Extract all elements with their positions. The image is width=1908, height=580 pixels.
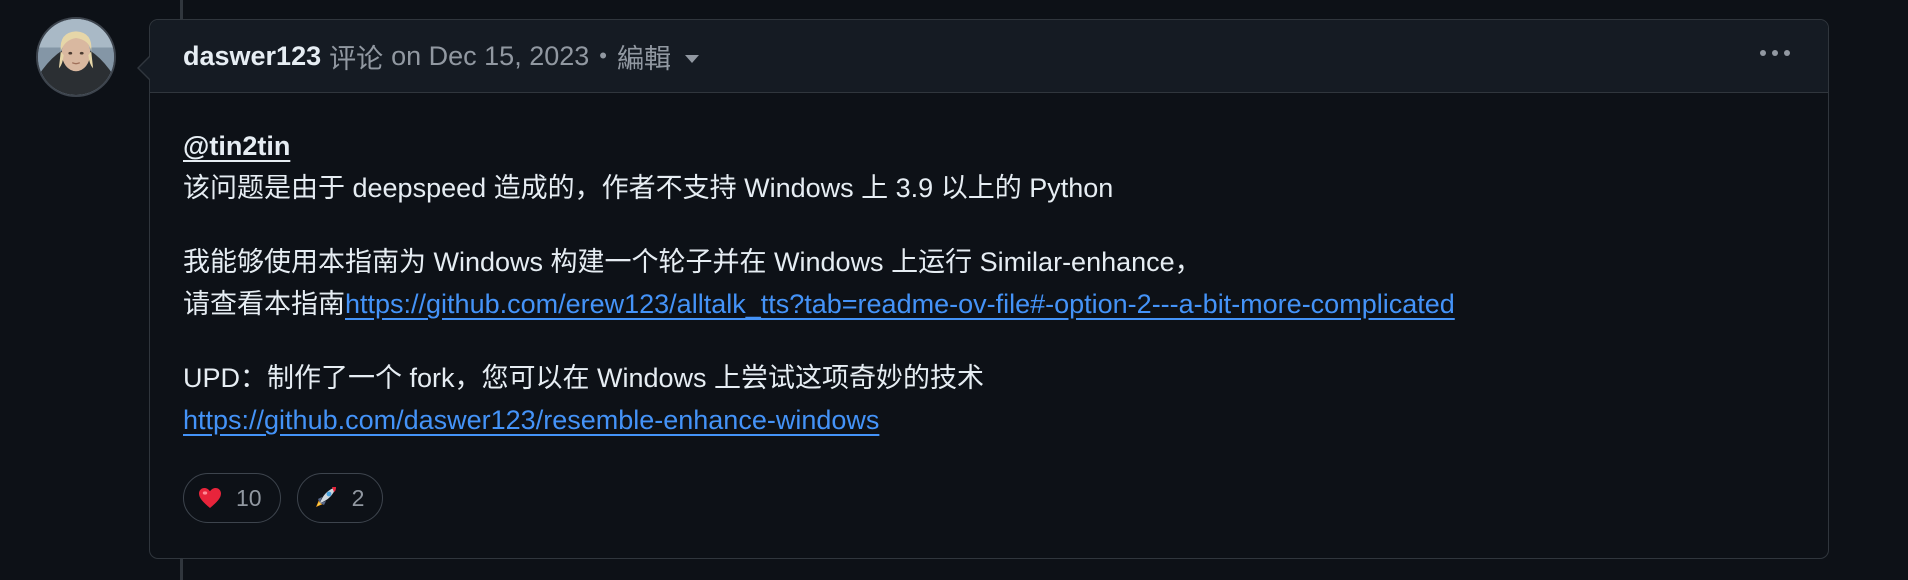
heart-icon: [198, 487, 222, 509]
reaction-heart-count: 10: [236, 484, 262, 511]
comment-card: daswer123 评论 on Dec 15, 2023 • 編輯 @tin2t…: [137, 19, 1829, 559]
paragraph-3: UPD：制作了一个 fork，您可以在 Windows 上尝试这项奇妙的技术 h…: [183, 357, 1795, 441]
comment-date[interactable]: on Dec 15, 2023: [391, 41, 589, 72]
more-options-button[interactable]: [1760, 44, 1790, 62]
comment-action: 评论: [329, 43, 384, 74]
kebab-dot: [1772, 50, 1778, 56]
paragraph-2: 我能够使用本指南为 Windows 构建一个轮子并在 Windows 上运行 S…: [183, 241, 1795, 325]
fork-link[interactable]: https://github.com/daswer123/resemble-en…: [183, 405, 879, 435]
paragraph-3-text: UPD：制作了一个 fork，您可以在 Windows 上尝试这项奇妙的技术: [183, 363, 985, 393]
paragraph-1: @tin2tin 该问题是由于 deepspeed 造成的，作者不支持 Wind…: [183, 125, 1795, 209]
avatar[interactable]: [36, 17, 116, 97]
author-link[interactable]: daswer123: [183, 41, 321, 72]
chevron-down-icon: [684, 55, 699, 63]
paragraph-1-text: 该问题是由于 deepspeed 造成的，作者不支持 Windows 上 3.9…: [183, 173, 1114, 203]
user-mention[interactable]: @tin2tin: [183, 131, 290, 161]
avatar-image: [38, 19, 114, 95]
reaction-heart-button[interactable]: 10: [183, 473, 281, 523]
header-separator: •: [599, 43, 607, 68]
comment-body: @tin2tin 该问题是由于 deepspeed 造成的，作者不支持 Wind…: [150, 93, 1828, 441]
rocket-icon: [312, 485, 338, 511]
kebab-dot: [1760, 50, 1766, 56]
guide-link[interactable]: https://github.com/erew123/alltalk_tts?t…: [345, 289, 1455, 319]
reaction-rocket-button[interactable]: 2: [296, 473, 384, 523]
paragraph-2-line-1: 我能够使用本指南为 Windows 构建一个轮子并在 Windows 上运行 S…: [183, 247, 1202, 277]
reaction-rocket-count: 2: [351, 484, 365, 511]
kebab-dot: [1784, 50, 1790, 56]
edited-label: 編輯: [616, 43, 671, 74]
edited-dropdown[interactable]: 編輯: [617, 37, 699, 76]
comment-header: daswer123 评论 on Dec 15, 2023 • 編輯: [150, 20, 1828, 93]
reactions-bar: 10 2: [150, 473, 1828, 523]
paragraph-2-prefix: 请查看本指南: [183, 289, 345, 319]
